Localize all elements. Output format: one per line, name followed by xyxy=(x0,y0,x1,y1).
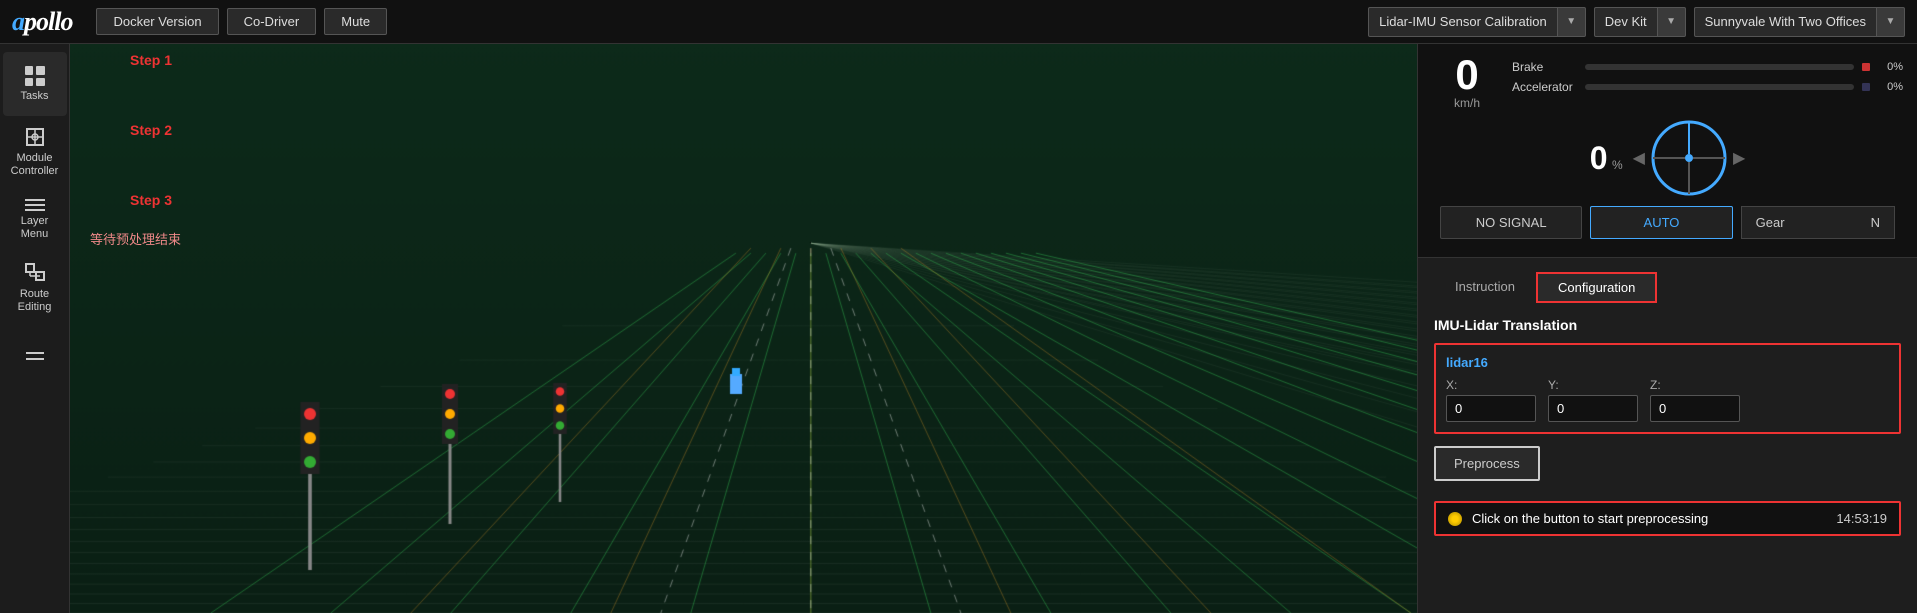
map-dropdown-group: Sunnyvale With Two Offices ▼ xyxy=(1694,7,1905,37)
brake-bar-bg xyxy=(1585,64,1854,70)
status-time: 14:53:19 xyxy=(1836,511,1887,526)
sidebar-item-extra[interactable] xyxy=(3,324,67,388)
steering-pct: 0 xyxy=(1590,140,1608,176)
sidebar: Tasks ModuleController LayerMenu xyxy=(0,44,70,613)
sidebar-item-layer-menu-label: LayerMenu xyxy=(21,215,49,241)
steering-wheel-icon xyxy=(1649,118,1729,198)
vehicle-dropdown-arrow[interactable]: ▼ xyxy=(1658,7,1686,37)
apollo-logo: apollo xyxy=(12,7,72,37)
mute-button[interactable]: Mute xyxy=(324,8,387,35)
tasks-icon xyxy=(25,66,45,86)
speed-value: 0 xyxy=(1455,54,1478,96)
status-dot-icon xyxy=(1448,512,1462,526)
z-input[interactable] xyxy=(1650,395,1740,422)
steering-section: 0 % ◀ ▶ xyxy=(1432,110,1903,206)
steer-right-icon[interactable]: ▶ xyxy=(1733,148,1745,168)
accel-pct: 0% xyxy=(1878,81,1903,93)
lidar-box: lidar16 X: Y: Z: xyxy=(1434,343,1901,434)
brake-accel: Brake 0% Accelerator 0% xyxy=(1512,54,1903,94)
z-field: Z: xyxy=(1650,378,1740,422)
gear-value: N xyxy=(1871,215,1880,230)
accel-bar-bg xyxy=(1585,84,1854,90)
signal-gear: NO SIGNAL AUTO Gear N xyxy=(1432,206,1903,247)
vehicle-dropdown-group: Dev Kit ▼ xyxy=(1594,7,1686,37)
x-input[interactable] xyxy=(1446,395,1536,422)
layer-menu-icon xyxy=(25,199,45,211)
map-dropdown-arrow[interactable]: ▼ xyxy=(1877,7,1905,37)
3d-viewport[interactable]: Step 1 Step 2 Step 3 等待预处理结束 xyxy=(70,44,1417,613)
sidebar-item-module-controller-label: ModuleController xyxy=(11,152,59,178)
y-input[interactable] xyxy=(1548,395,1638,422)
top-bar: apollo Docker Version Co-Driver Mute Lid… xyxy=(0,0,1917,44)
y-label: Y: xyxy=(1548,378,1638,392)
tab-instruction[interactable]: Instruction xyxy=(1434,272,1536,303)
y-field: Y: xyxy=(1548,378,1638,422)
extra-icon xyxy=(24,351,46,361)
speed-unit: km/h xyxy=(1454,96,1480,110)
z-label: Z: xyxy=(1650,378,1740,392)
tab-configuration[interactable]: Configuration xyxy=(1536,272,1657,303)
mode-dropdown-arrow[interactable]: ▼ xyxy=(1558,7,1586,37)
speed-display: 0 km/h xyxy=(1432,54,1502,110)
sidebar-item-tasks[interactable]: Tasks xyxy=(3,52,67,116)
status-bar: Click on the button to start preprocessi… xyxy=(1434,501,1901,536)
sidebar-item-layer-menu[interactable]: LayerMenu xyxy=(3,188,67,252)
module-controller-icon xyxy=(24,126,46,148)
route-editing-icon xyxy=(24,262,46,284)
lidar-id: lidar16 xyxy=(1446,355,1889,370)
map-dropdown[interactable]: Sunnyvale With Two Offices xyxy=(1694,7,1877,37)
mode-dropdown[interactable]: Lidar-IMU Sensor Calibration xyxy=(1368,7,1558,37)
gear-label: Gear xyxy=(1756,215,1785,230)
brake-label: Brake xyxy=(1512,60,1577,74)
accel-label: Accelerator xyxy=(1512,80,1577,94)
docker-version-button[interactable]: Docker Version xyxy=(96,8,218,35)
brake-indicator xyxy=(1862,63,1870,71)
vehicle-dropdown[interactable]: Dev Kit xyxy=(1594,7,1658,37)
instrument-cluster: 0 km/h Brake 0% Accelerator xyxy=(1418,44,1917,258)
sidebar-item-module-controller[interactable]: ModuleController xyxy=(3,120,67,184)
sidebar-item-route-editing[interactable]: RouteEditing xyxy=(3,256,67,320)
sidebar-item-tasks-label: Tasks xyxy=(20,90,48,102)
preprocess-button[interactable]: Preprocess xyxy=(1434,446,1540,481)
mode-dropdown-group: Lidar-IMU Sensor Calibration ▼ xyxy=(1368,7,1586,37)
steering-unit: % xyxy=(1612,158,1623,172)
imu-lidar-title: IMU-Lidar Translation xyxy=(1434,317,1901,333)
brake-pct: 0% xyxy=(1878,61,1903,73)
x-label: X: xyxy=(1446,378,1536,392)
no-signal-button[interactable]: NO SIGNAL xyxy=(1440,206,1582,239)
accel-indicator xyxy=(1862,83,1870,91)
brake-row: Brake 0% xyxy=(1512,60,1903,74)
gear-display: Gear N xyxy=(1741,206,1895,239)
calibration-panel: Instruction Configuration IMU-Lidar Tran… xyxy=(1418,258,1917,613)
auto-button[interactable]: AUTO xyxy=(1590,206,1732,239)
co-driver-button[interactable]: Co-Driver xyxy=(227,8,317,35)
panel-tabs: Instruction Configuration xyxy=(1434,272,1901,303)
x-field: X: xyxy=(1446,378,1536,422)
grid-canvas xyxy=(70,44,1417,613)
accel-row: Accelerator 0% xyxy=(1512,80,1903,94)
sidebar-item-route-editing-label: RouteEditing xyxy=(18,288,52,314)
steering-arrows: ◀ ▶ xyxy=(1633,118,1746,198)
steer-left-icon[interactable]: ◀ xyxy=(1633,148,1645,168)
right-panel: 0 km/h Brake 0% Accelerator xyxy=(1417,44,1917,613)
gauge-row: 0 km/h Brake 0% Accelerator xyxy=(1432,54,1903,110)
xyz-row: X: Y: Z: xyxy=(1446,378,1889,422)
status-text: Click on the button to start preprocessi… xyxy=(1472,511,1826,526)
steering-pct-display: 0 % xyxy=(1590,142,1623,174)
main-layout: Tasks ModuleController LayerMenu xyxy=(0,44,1917,613)
